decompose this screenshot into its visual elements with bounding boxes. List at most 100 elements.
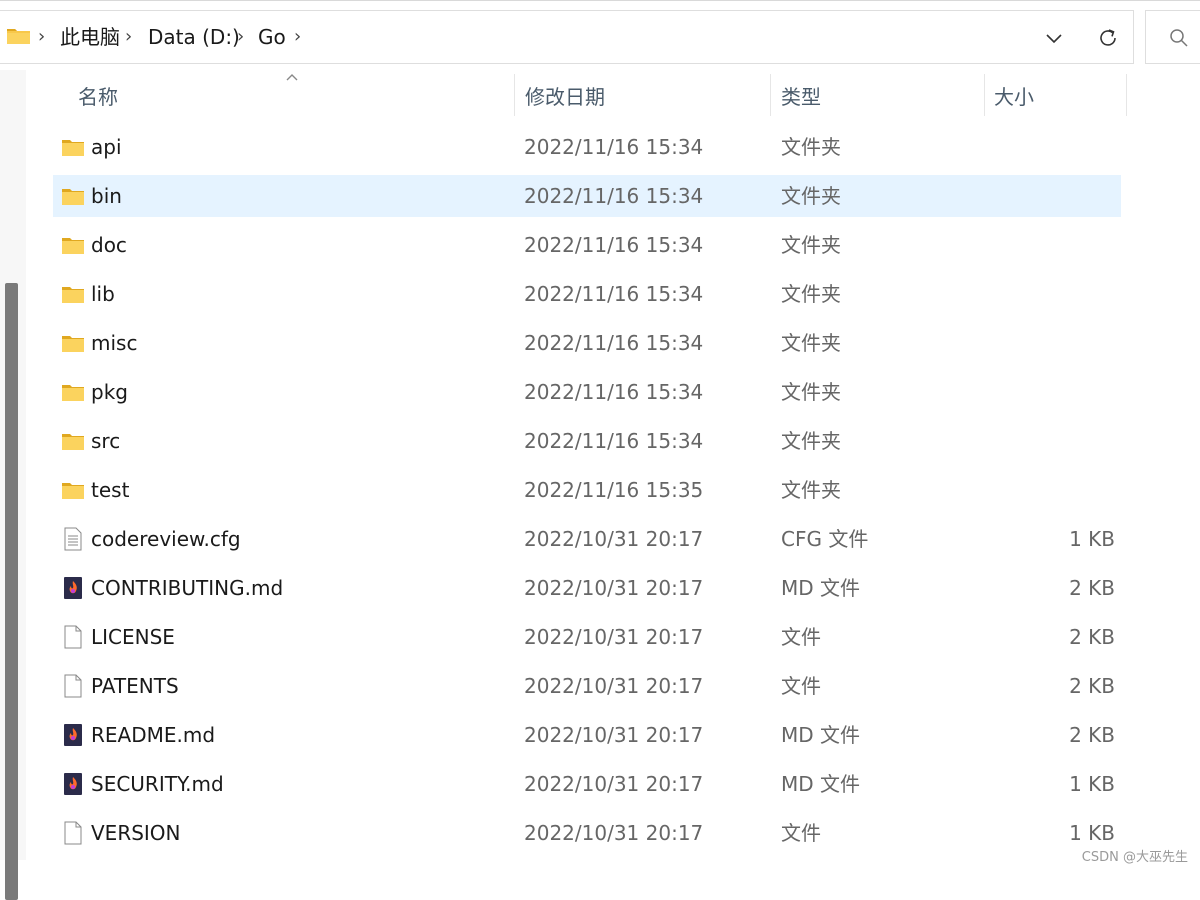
column-header-name[interactable]: 名称 bbox=[78, 84, 118, 110]
file-row[interactable]: lib 2022/11/16 15:34 文件夹 bbox=[53, 273, 1121, 315]
file-row[interactable]: src 2022/11/16 15:34 文件夹 bbox=[53, 420, 1121, 462]
file-type: MD 文件 bbox=[781, 576, 861, 600]
file-type: 文件夹 bbox=[781, 380, 841, 404]
chevron-right-icon[interactable]: › bbox=[125, 24, 132, 50]
file-size: 1 KB bbox=[1069, 821, 1115, 845]
search-icon bbox=[1170, 29, 1188, 47]
file-size: 2 KB bbox=[1069, 625, 1115, 649]
file-row[interactable]: PATENTS 2022/10/31 20:17 文件 2 KB bbox=[53, 665, 1121, 707]
file-name: api bbox=[91, 135, 122, 159]
file-name: PATENTS bbox=[91, 674, 179, 698]
breadcrumb-go[interactable]: Go bbox=[258, 24, 286, 50]
chevron-right-icon[interactable]: › bbox=[294, 24, 301, 50]
folder-icon bbox=[61, 135, 85, 159]
markdown-file-icon bbox=[61, 576, 85, 600]
date-modified: 2022/11/16 15:34 bbox=[524, 135, 704, 159]
file-row[interactable]: README.md 2022/10/31 20:17 MD 文件 2 KB bbox=[53, 714, 1121, 756]
file-size: 1 KB bbox=[1069, 772, 1115, 796]
file-type: 文件 bbox=[781, 625, 821, 649]
file-row[interactable]: codereview.cfg 2022/10/31 20:17 CFG 文件 1 KB bbox=[53, 518, 1121, 560]
column-header-type[interactable]: 类型 bbox=[781, 84, 821, 110]
sort-ascending-icon bbox=[286, 74, 298, 81]
folder-icon bbox=[61, 282, 85, 306]
file-icon bbox=[61, 821, 85, 845]
file-name: pkg bbox=[91, 380, 128, 404]
file-size: 1 KB bbox=[1069, 527, 1115, 551]
file-row[interactable]: test 2022/11/16 15:35 文件夹 bbox=[53, 469, 1121, 511]
file-icon bbox=[61, 674, 85, 698]
config-file-icon bbox=[61, 527, 85, 551]
file-size: 2 KB bbox=[1069, 674, 1115, 698]
date-modified: 2022/11/16 15:34 bbox=[524, 331, 704, 355]
date-modified: 2022/10/31 20:17 bbox=[524, 527, 704, 551]
column-divider[interactable] bbox=[770, 74, 771, 116]
folder-icon bbox=[61, 380, 85, 404]
chevron-right-icon[interactable]: › bbox=[38, 24, 45, 50]
date-modified: 2022/11/16 15:34 bbox=[524, 184, 704, 208]
column-header-size[interactable]: 大小 bbox=[994, 84, 1034, 110]
file-name: SECURITY.md bbox=[91, 772, 224, 796]
folder-icon bbox=[61, 429, 85, 453]
file-type: 文件夹 bbox=[781, 282, 841, 306]
file-row[interactable]: LICENSE 2022/10/31 20:17 文件 2 KB bbox=[53, 616, 1121, 658]
file-row[interactable]: api 2022/11/16 15:34 文件夹 bbox=[53, 126, 1121, 168]
file-row[interactable]: bin 2022/11/16 15:34 文件夹 bbox=[53, 175, 1121, 217]
date-modified: 2022/10/31 20:17 bbox=[524, 674, 704, 698]
file-row[interactable]: SECURITY.md 2022/10/31 20:17 MD 文件 1 KB bbox=[53, 763, 1121, 805]
watermark: CSDN @大巫先生 bbox=[1081, 850, 1188, 865]
column-divider[interactable] bbox=[514, 74, 515, 116]
file-type: 文件夹 bbox=[781, 233, 841, 257]
date-modified: 2022/11/16 15:35 bbox=[524, 478, 704, 502]
window-top-border bbox=[0, 0, 1200, 1]
scrollbar-thumb[interactable] bbox=[5, 283, 18, 900]
folder-icon bbox=[7, 29, 30, 44]
navigation-pane-edge bbox=[0, 70, 26, 900]
date-modified: 2022/11/16 15:34 bbox=[524, 233, 704, 257]
search-box[interactable] bbox=[1145, 10, 1200, 64]
file-name: misc bbox=[91, 331, 138, 355]
folder-icon bbox=[61, 331, 85, 355]
file-name: codereview.cfg bbox=[91, 527, 241, 551]
file-name: LICENSE bbox=[91, 625, 175, 649]
file-row[interactable]: VERSION 2022/10/31 20:17 文件 1 KB bbox=[53, 812, 1121, 854]
file-name: VERSION bbox=[91, 821, 181, 845]
breadcrumb-data-drive[interactable]: Data (D:) bbox=[148, 24, 240, 50]
file-name: doc bbox=[91, 233, 127, 257]
file-row[interactable]: doc 2022/11/16 15:34 文件夹 bbox=[53, 224, 1121, 266]
file-size: 2 KB bbox=[1069, 576, 1115, 600]
chevron-down-icon[interactable] bbox=[1044, 28, 1064, 48]
file-name: lib bbox=[91, 282, 115, 306]
column-divider[interactable] bbox=[1126, 74, 1127, 116]
file-type: 文件 bbox=[781, 674, 821, 698]
folder-icon bbox=[61, 184, 85, 208]
file-icon bbox=[61, 625, 85, 649]
file-row[interactable]: misc 2022/11/16 15:34 文件夹 bbox=[53, 322, 1121, 364]
folder-icon bbox=[61, 233, 85, 257]
file-type: 文件夹 bbox=[781, 429, 841, 453]
file-row[interactable]: pkg 2022/11/16 15:34 文件夹 bbox=[53, 371, 1121, 413]
file-type: MD 文件 bbox=[781, 772, 861, 796]
file-name: CONTRIBUTING.md bbox=[91, 576, 284, 600]
chevron-right-icon[interactable]: › bbox=[237, 24, 244, 50]
file-name: src bbox=[91, 429, 121, 453]
markdown-file-icon bbox=[61, 723, 85, 747]
breadcrumb-this-pc[interactable]: 此电脑 bbox=[60, 24, 120, 50]
file-size: 2 KB bbox=[1069, 723, 1115, 747]
file-name: README.md bbox=[91, 723, 216, 747]
refresh-icon[interactable] bbox=[1096, 26, 1120, 50]
date-modified: 2022/11/16 15:34 bbox=[524, 282, 704, 306]
date-modified: 2022/10/31 20:17 bbox=[524, 723, 704, 747]
folder-icon bbox=[61, 478, 85, 502]
column-header-date-modified[interactable]: 修改日期 bbox=[525, 84, 605, 110]
date-modified: 2022/11/16 15:34 bbox=[524, 429, 704, 453]
address-bar[interactable]: › 此电脑 › Data (D:) › Go › bbox=[0, 10, 1134, 64]
column-divider[interactable] bbox=[984, 74, 985, 116]
date-modified: 2022/10/31 20:17 bbox=[524, 821, 704, 845]
markdown-file-icon bbox=[61, 772, 85, 796]
file-name: test bbox=[91, 478, 130, 502]
file-type: 文件夹 bbox=[781, 184, 841, 208]
file-type: MD 文件 bbox=[781, 723, 861, 747]
date-modified: 2022/11/16 15:34 bbox=[524, 380, 704, 404]
file-type: 文件夹 bbox=[781, 331, 841, 355]
file-row[interactable]: CONTRIBUTING.md 2022/10/31 20:17 MD 文件 2 KB bbox=[53, 567, 1121, 609]
